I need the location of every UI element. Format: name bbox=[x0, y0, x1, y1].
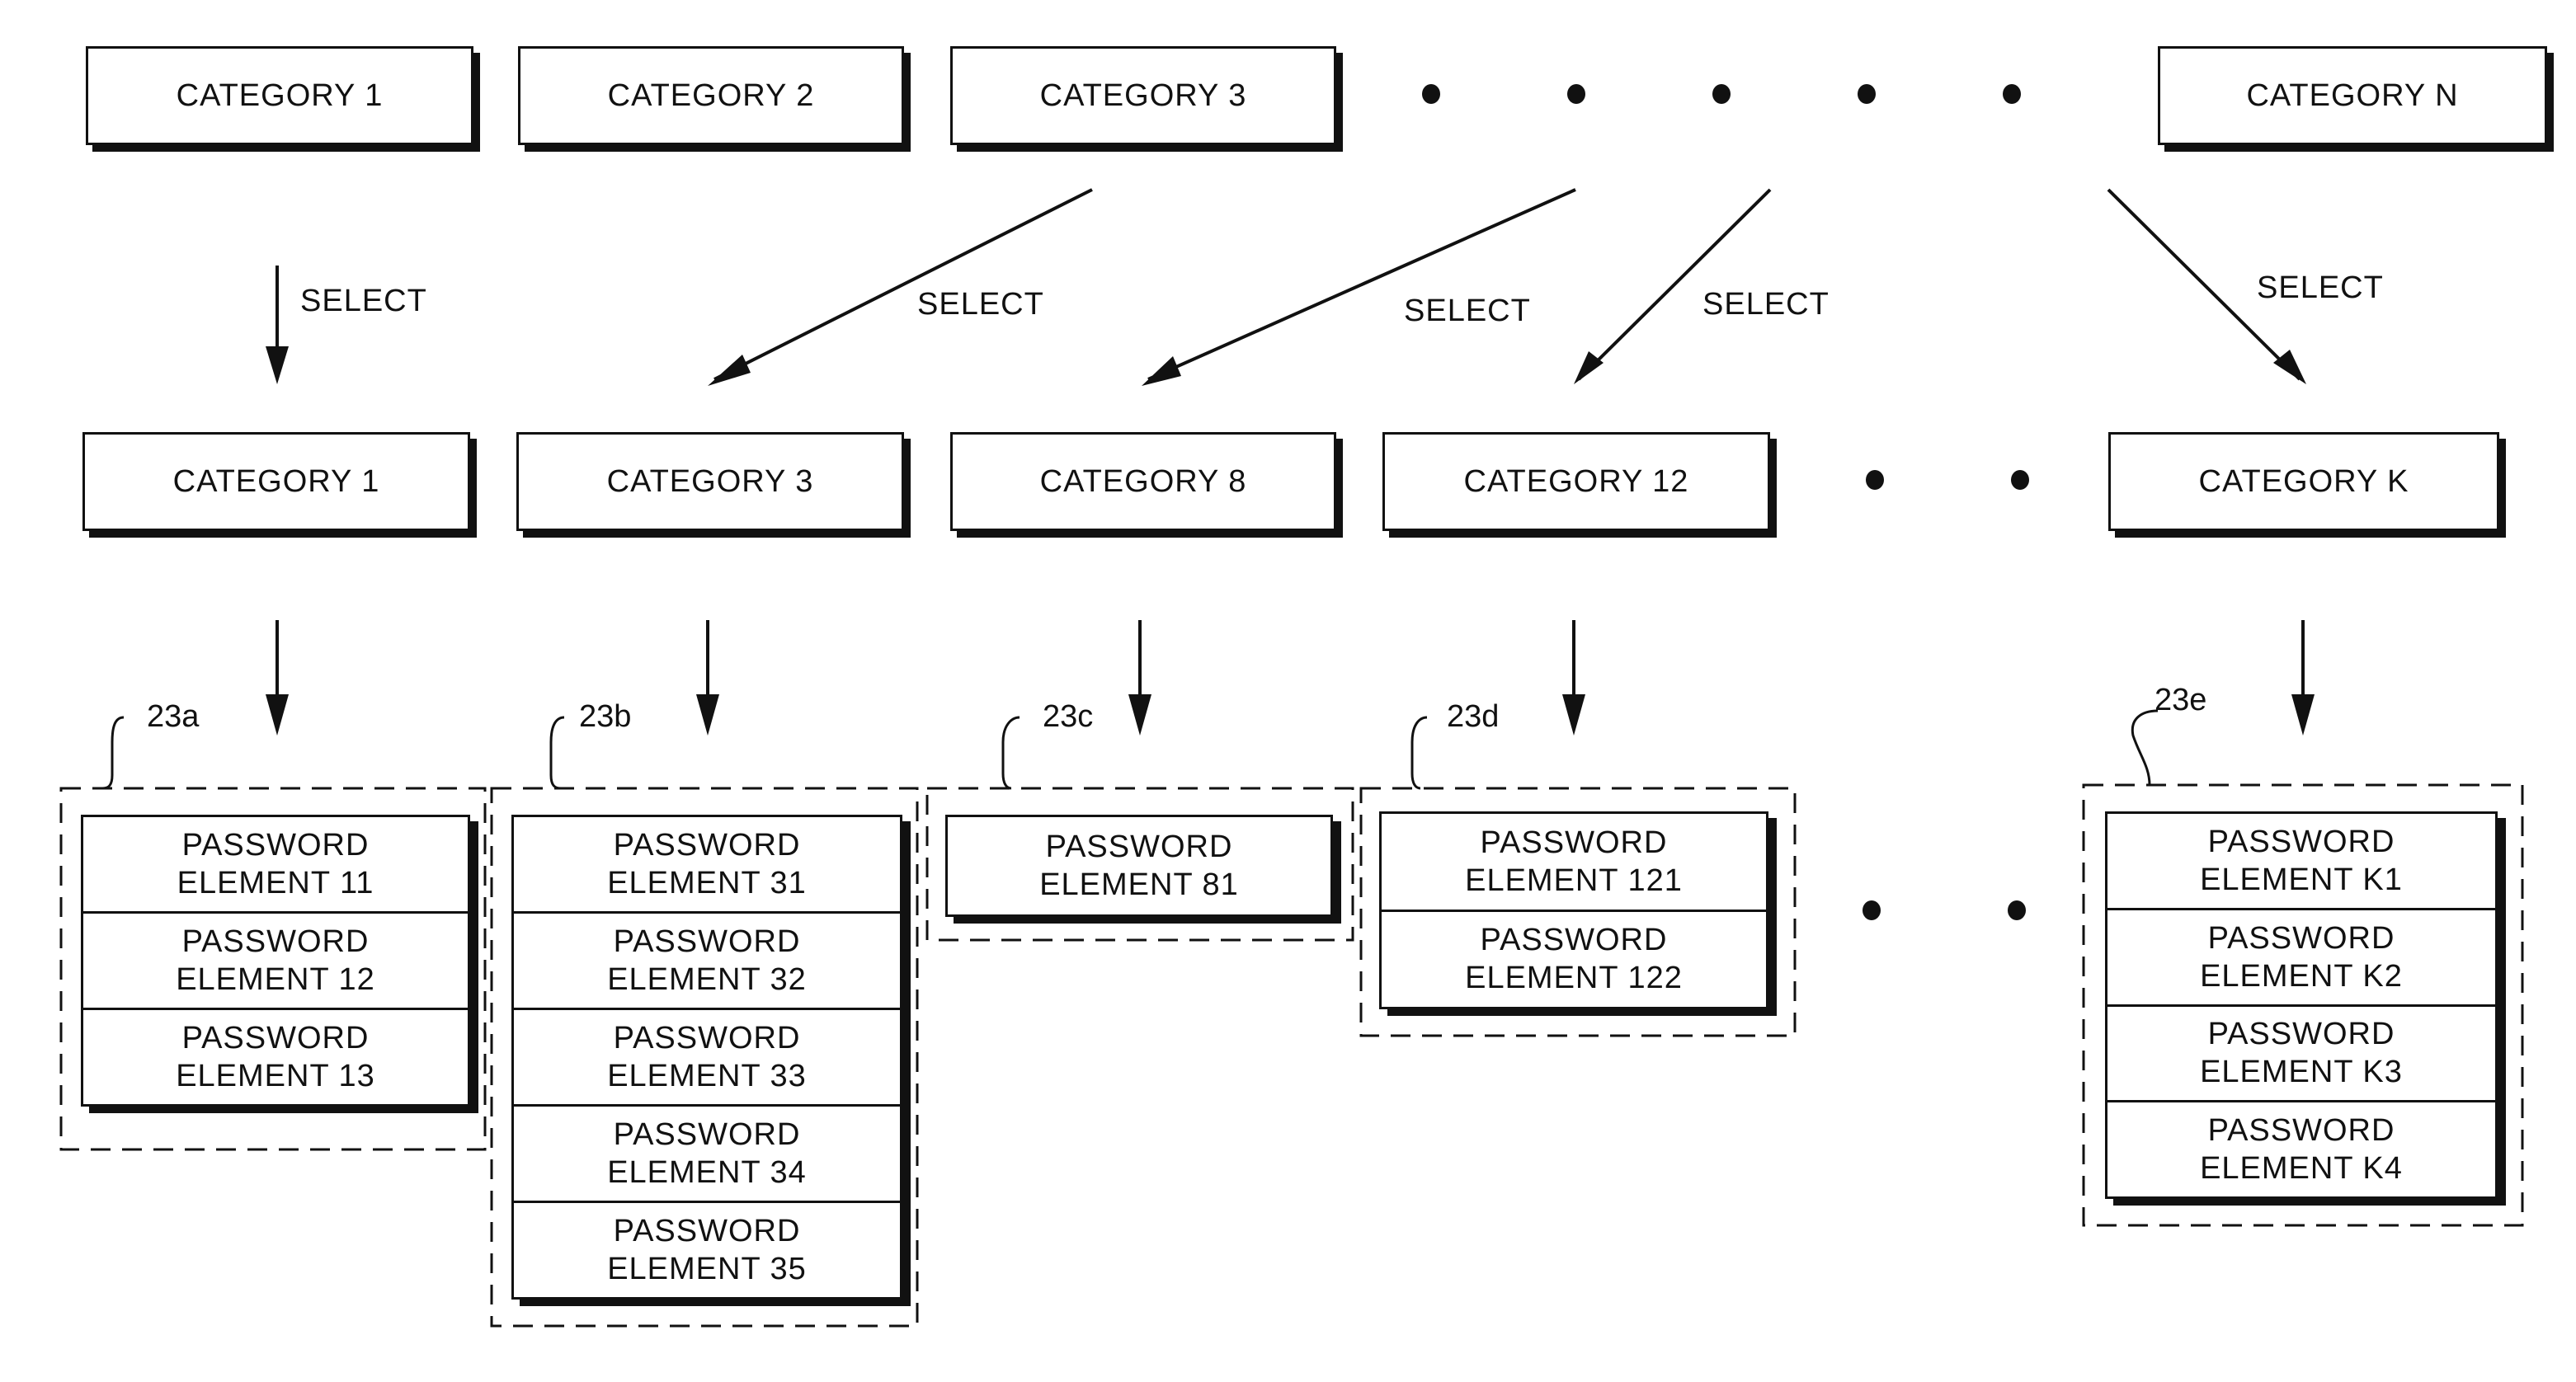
password-element-label: PASSWORD ELEMENT 33 bbox=[607, 1021, 807, 1093]
select-label-3: SELECT bbox=[917, 287, 1044, 322]
select-arrow-3 bbox=[713, 188, 1093, 381]
password-element-label: PASSWORD ELEMENT K3 bbox=[2200, 1017, 2403, 1090]
select-label-1: SELECT bbox=[300, 284, 427, 318]
group-ref-23b: 23b bbox=[579, 699, 632, 734]
arrowhead-icon bbox=[266, 694, 289, 736]
password-element[interactable]: PASSWORD ELEMENT 12 bbox=[83, 911, 468, 1008]
password-element[interactable]: PASSWORD ELEMENT K2 bbox=[2107, 907, 2495, 1004]
password-element-label: PASSWORD ELEMENT 34 bbox=[607, 1117, 807, 1190]
top-category-1[interactable]: CATEGORY 1 bbox=[86, 46, 473, 145]
ellipsis-dot-icon bbox=[1863, 900, 1881, 920]
category-label: CATEGORY 8 bbox=[1039, 463, 1247, 499]
selected-category-1[interactable]: CATEGORY 1 bbox=[82, 432, 470, 531]
password-element-label: PASSWORD ELEMENT 32 bbox=[607, 924, 807, 997]
password-element[interactable]: PASSWORD ELEMENT 81 bbox=[948, 817, 1330, 914]
password-element-label: PASSWORD ELEMENT 122 bbox=[1465, 923, 1683, 996]
group-ref-23c: 23c bbox=[1043, 699, 1094, 734]
arrowhead-icon bbox=[1128, 694, 1151, 736]
password-element[interactable]: PASSWORD ELEMENT K1 bbox=[2107, 814, 2495, 908]
password-group-23b: PASSWORD ELEMENT 31 PASSWORD ELEMENT 32 … bbox=[511, 815, 902, 1300]
selected-category-k[interactable]: CATEGORY K bbox=[2108, 432, 2499, 531]
group-ref-23e: 23e bbox=[2155, 683, 2207, 717]
password-element-label: PASSWORD ELEMENT 12 bbox=[176, 924, 375, 997]
top-category-n[interactable]: CATEGORY N bbox=[2158, 46, 2547, 145]
top-category-2[interactable]: CATEGORY 2 bbox=[518, 46, 904, 145]
selected-category-12[interactable]: CATEGORY 12 bbox=[1382, 432, 1770, 531]
leader-23d bbox=[1410, 716, 1428, 790]
category-label: CATEGORY 12 bbox=[1463, 463, 1689, 499]
ellipsis-dot-icon bbox=[2003, 84, 2021, 104]
selected-category-8[interactable]: CATEGORY 8 bbox=[950, 432, 1336, 531]
select-label-12: SELECT bbox=[1702, 287, 1830, 322]
password-element[interactable]: PASSWORD ELEMENT 11 bbox=[83, 817, 468, 911]
password-element-label: PASSWORD ELEMENT 121 bbox=[1465, 825, 1683, 898]
password-element-label: PASSWORD ELEMENT 11 bbox=[177, 828, 374, 900]
password-element[interactable]: PASSWORD ELEMENT 33 bbox=[514, 1008, 900, 1104]
password-element-label: PASSWORD ELEMENT K4 bbox=[2200, 1113, 2403, 1187]
arrowhead-icon bbox=[2273, 350, 2306, 384]
category-label: CATEGORY N bbox=[2246, 78, 2459, 113]
password-element-label: PASSWORD ELEMENT K2 bbox=[2200, 920, 2403, 994]
category-label: CATEGORY 1 bbox=[176, 78, 384, 113]
select-arrow-8 bbox=[1147, 188, 1576, 381]
select-label-8: SELECT bbox=[1404, 294, 1531, 328]
ellipsis-dot-icon bbox=[1567, 84, 1585, 104]
leader-23a bbox=[101, 716, 125, 790]
password-element[interactable]: PASSWORD ELEMENT 34 bbox=[514, 1104, 900, 1201]
password-element-label: PASSWORD ELEMENT 35 bbox=[607, 1214, 807, 1286]
password-element[interactable]: PASSWORD ELEMENT K4 bbox=[2107, 1100, 2495, 1196]
password-element[interactable]: PASSWORD ELEMENT 13 bbox=[83, 1008, 468, 1104]
password-element[interactable]: PASSWORD ELEMENT 32 bbox=[514, 911, 900, 1008]
select-arrow-12 bbox=[1577, 188, 1772, 381]
category-label: CATEGORY K bbox=[2198, 463, 2409, 499]
arrowhead-icon bbox=[2291, 694, 2315, 736]
select-label-k: SELECT bbox=[2257, 270, 2384, 305]
arrowhead-icon bbox=[266, 346, 289, 384]
leader-23b bbox=[549, 716, 565, 790]
password-element-label: PASSWORD ELEMENT 81 bbox=[1039, 830, 1239, 902]
password-group-23a: PASSWORD ELEMENT 11 PASSWORD ELEMENT 12 … bbox=[81, 815, 470, 1107]
password-element[interactable]: PASSWORD ELEMENT 122 bbox=[1382, 909, 1766, 1008]
top-category-3[interactable]: CATEGORY 3 bbox=[950, 46, 1336, 145]
ellipsis-dot-icon bbox=[2008, 900, 2026, 920]
group-ref-23d: 23d bbox=[1447, 699, 1500, 734]
password-element[interactable]: PASSWORD ELEMENT K3 bbox=[2107, 1004, 2495, 1101]
arrowhead-icon bbox=[1142, 356, 1181, 386]
ellipsis-dot-icon bbox=[1858, 84, 1876, 104]
ellipsis-dot-icon bbox=[2011, 470, 2029, 490]
category-label: CATEGORY 1 bbox=[172, 463, 380, 499]
category-label: CATEGORY 3 bbox=[606, 463, 814, 499]
password-element-label: PASSWORD ELEMENT 13 bbox=[176, 1021, 375, 1093]
arrowhead-icon bbox=[708, 355, 751, 386]
password-group-23e: PASSWORD ELEMENT K1 PASSWORD ELEMENT K2 … bbox=[2105, 811, 2498, 1199]
category-label: CATEGORY 2 bbox=[607, 78, 815, 113]
password-group-23c: PASSWORD ELEMENT 81 bbox=[945, 815, 1333, 917]
arrowhead-icon bbox=[696, 694, 719, 736]
selected-category-3[interactable]: CATEGORY 3 bbox=[516, 432, 904, 531]
ellipsis-dot-icon bbox=[1422, 84, 1440, 104]
password-element[interactable]: PASSWORD ELEMENT 121 bbox=[1382, 814, 1766, 910]
ellipsis-dot-icon bbox=[1712, 84, 1731, 104]
password-element-label: PASSWORD ELEMENT 31 bbox=[607, 828, 807, 900]
arrowhead-icon bbox=[1574, 351, 1604, 384]
password-element[interactable]: PASSWORD ELEMENT 35 bbox=[514, 1201, 900, 1297]
leader-23c bbox=[1001, 716, 1020, 790]
password-group-23d: PASSWORD ELEMENT 121 PASSWORD ELEMENT 12… bbox=[1379, 811, 1768, 1009]
ellipsis-dot-icon bbox=[1866, 470, 1884, 490]
group-ref-23a: 23a bbox=[147, 699, 200, 734]
password-element[interactable]: PASSWORD ELEMENT 31 bbox=[514, 817, 900, 911]
arrowhead-icon bbox=[1562, 694, 1585, 736]
leader-23e bbox=[2131, 709, 2159, 786]
password-element-label: PASSWORD ELEMENT K1 bbox=[2200, 824, 2403, 897]
category-label: CATEGORY 3 bbox=[1039, 78, 1247, 113]
